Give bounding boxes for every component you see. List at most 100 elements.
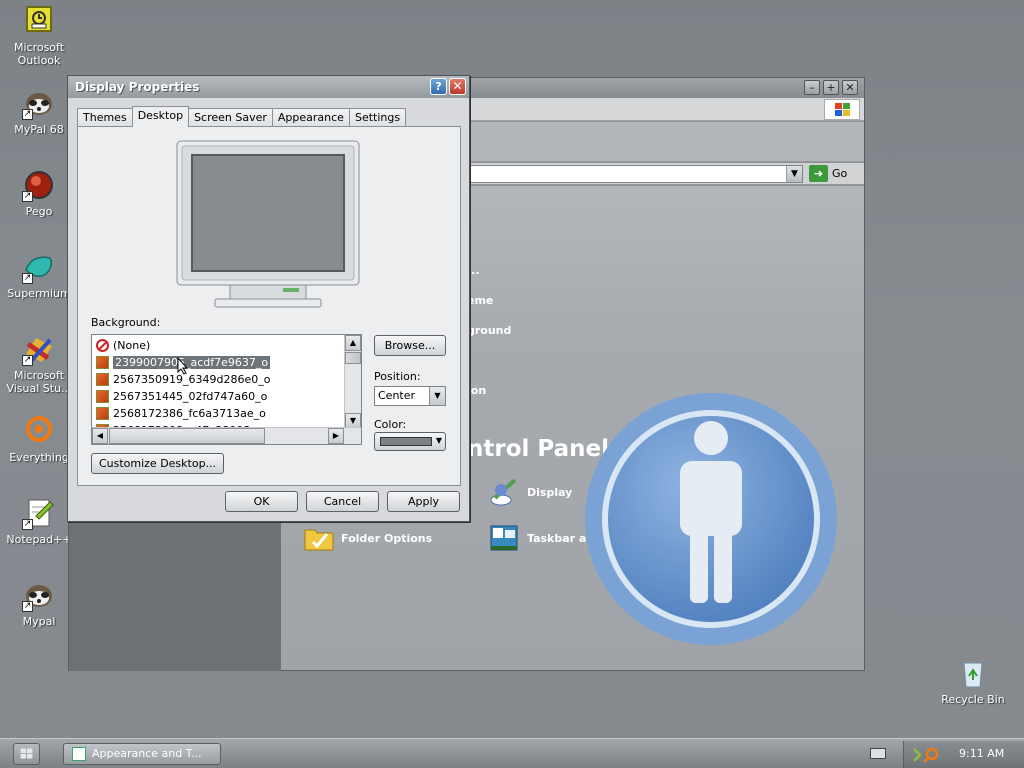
- maximize-button[interactable]: +: [823, 80, 839, 95]
- desktop-icon-supermium[interactable]: ↗ Supermium: [4, 250, 74, 300]
- customize-desktop-button[interactable]: Customize Desktop...: [91, 453, 224, 474]
- clock[interactable]: 9:11 AM: [959, 747, 1004, 760]
- taskbar-button-appearance[interactable]: Appearance and T...: [63, 743, 221, 765]
- shortcut-arrow-icon: ↗: [22, 191, 33, 202]
- desktop-tab-panel: Background: (None) 2399007905_acdf7e9637…: [77, 126, 461, 486]
- dialog-titlebar[interactable]: Display Properties ? ✕: [68, 76, 469, 98]
- outlook-icon: [22, 4, 56, 38]
- minimize-button[interactable]: –: [804, 80, 820, 95]
- desktop-icon-label: Supermium: [7, 287, 71, 300]
- desktop-icon-label: Microsoft Visual Stu...: [6, 369, 72, 395]
- windows-logo-icon: [20, 748, 33, 759]
- position-select[interactable]: Center ▼: [374, 386, 446, 406]
- list-item[interactable]: (None): [96, 337, 150, 353]
- desktop-icon-label: Everything: [9, 451, 69, 464]
- notepadpp-icon: ↗: [22, 496, 56, 530]
- tab-settings[interactable]: Settings: [348, 108, 407, 127]
- task-link[interactable]: eme: [467, 294, 493, 307]
- list-item[interactable]: 2568172386_fc6a3713ae_o: [96, 405, 266, 421]
- close-button[interactable]: ✕: [449, 78, 466, 95]
- scroll-right-button[interactable]: ▶: [328, 428, 344, 444]
- desktop-icon-label: Mypal: [22, 615, 56, 628]
- mouse-cursor-icon: [177, 357, 189, 375]
- desktop-icon-pego[interactable]: ↗ Pego: [4, 168, 74, 218]
- background-label: Background:: [91, 316, 161, 329]
- desktop-icon-everything[interactable]: Everything: [4, 414, 74, 464]
- desktop-icon-visual-studio[interactable]: ↗ Microsoft Visual Stu...: [4, 332, 74, 395]
- desktop-icon-label: Notepad++: [6, 533, 72, 546]
- cancel-button[interactable]: Cancel: [306, 491, 379, 512]
- scroll-up-button[interactable]: ▲: [345, 335, 361, 351]
- start-button[interactable]: [13, 743, 40, 765]
- position-label: Position:: [374, 370, 421, 383]
- image-file-icon: [96, 372, 109, 386]
- pego-icon: ↗: [22, 168, 56, 202]
- shortcut-arrow-icon: ↗: [22, 109, 33, 120]
- no-entry-icon: [96, 338, 109, 352]
- chevron-down-icon[interactable]: ▼: [429, 387, 445, 405]
- tab-strip: Themes Desktop Screen Saver Appearance S…: [77, 106, 407, 127]
- shortcut-arrow-icon: ↗: [22, 355, 33, 366]
- desktop-icon-label: Microsoft Outlook: [13, 41, 65, 67]
- shortcut-arrow-icon: ↗: [22, 273, 33, 284]
- apply-button[interactable]: Apply: [387, 491, 460, 512]
- color-label: Color:: [374, 418, 407, 431]
- tab-desktop[interactable]: Desktop: [131, 106, 190, 127]
- color-swatch: [380, 437, 432, 446]
- dialog-title: Display Properties: [75, 80, 200, 94]
- desktop-icon-outlook[interactable]: Microsoft Outlook: [4, 4, 74, 67]
- keyboard-icon[interactable]: [870, 748, 886, 759]
- visual-studio-icon: ↗: [22, 332, 56, 366]
- folder-icon: [303, 522, 335, 554]
- windows-logo-icon: [824, 99, 860, 120]
- ok-button[interactable]: OK: [225, 491, 298, 512]
- tab-appearance[interactable]: Appearance: [271, 108, 350, 127]
- raccoon-icon: ↗: [22, 578, 56, 612]
- display-properties-dialog[interactable]: Display Properties ? ✕ Themes Desktop Sc…: [67, 75, 470, 522]
- shortcut-arrow-icon: ↗: [22, 601, 33, 612]
- desktop-icon-mypal68[interactable]: ↗ MyPal 68: [4, 86, 74, 136]
- display-icon: [489, 476, 521, 508]
- address-dropdown-button[interactable]: ▼: [786, 166, 802, 182]
- vertical-scrollbar[interactable]: ▲ ▼: [344, 335, 361, 429]
- shortcut-arrow-icon: ↗: [22, 519, 33, 530]
- address-input[interactable]: ▼: [467, 165, 803, 183]
- taskbar-icon: [489, 522, 521, 554]
- go-button[interactable]: ➜ Go: [809, 165, 847, 182]
- help-button[interactable]: ?: [430, 78, 447, 95]
- system-tray: 9:11 AM: [903, 741, 1024, 768]
- color-picker-button[interactable]: ▼: [374, 432, 446, 451]
- display-item[interactable]: Display: [489, 476, 572, 508]
- monitor-preview: [176, 140, 360, 308]
- tray-icons: [913, 747, 939, 763]
- browse-button[interactable]: Browse...: [374, 335, 446, 356]
- taskbar: Appearance and T... 9:11 AM: [0, 738, 1024, 768]
- raccoon-icon: ↗: [22, 86, 56, 120]
- scroll-thumb[interactable]: [109, 428, 265, 444]
- close-button[interactable]: ✕: [842, 80, 858, 95]
- user-accounts-icon: [585, 393, 837, 645]
- background-listbox[interactable]: (None) 2399007905_acdf7e9637_o 256735091…: [91, 334, 362, 445]
- task-link[interactable]: ground: [467, 324, 511, 337]
- image-file-icon: [96, 389, 109, 403]
- desktop-icon-label: Recycle Bin: [941, 693, 1005, 706]
- go-arrow-icon: ➜: [809, 165, 828, 182]
- control-panel-icon: [72, 747, 86, 761]
- chevron-down-icon: ▼: [435, 436, 442, 445]
- list-item[interactable]: 2567351445_02fd747a60_o: [96, 388, 267, 404]
- desktop-icon-recycle-bin[interactable]: Recycle Bin: [938, 656, 1008, 706]
- scroll-thumb[interactable]: [345, 352, 361, 364]
- image-file-icon: [96, 355, 109, 369]
- image-file-icon: [96, 406, 109, 420]
- desktop-icon-label: MyPal 68: [14, 123, 64, 136]
- folder-options-item[interactable]: Folder Options: [303, 522, 432, 554]
- recycle-bin-icon: [956, 656, 990, 690]
- desktop-icon-notepadpp[interactable]: ↗ Notepad++: [4, 496, 74, 546]
- tab-screen-saver[interactable]: Screen Saver: [188, 108, 273, 127]
- everything-icon: [22, 414, 56, 448]
- tab-themes[interactable]: Themes: [77, 108, 133, 127]
- desktop-icon-label: Pego: [25, 205, 53, 218]
- scroll-left-button[interactable]: ◀: [92, 428, 108, 444]
- desktop-icon-mypal[interactable]: ↗ Mypal: [4, 578, 74, 628]
- horizontal-scrollbar[interactable]: ◀ ▶: [92, 427, 361, 444]
